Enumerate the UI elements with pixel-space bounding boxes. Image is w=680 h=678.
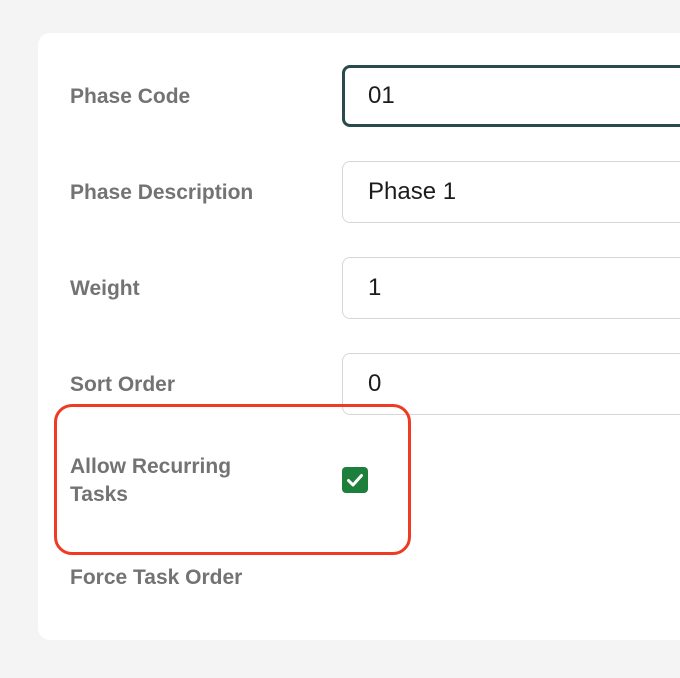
allow-recurring-tasks-label: Allow Recurring Tasks	[70, 453, 231, 509]
checkmark-icon	[347, 474, 363, 487]
phase-description-input[interactable]	[342, 161, 680, 223]
sort-order-label: Sort Order	[70, 373, 176, 396]
force-task-order-label: Force Task Order	[70, 566, 243, 589]
allow-recurring-tasks-label-line1: Allow Recurring	[70, 455, 232, 478]
weight-label: Weight	[70, 277, 140, 300]
phase-code-label: Phase Code	[70, 85, 191, 108]
phase-description-label: Phase Description	[70, 181, 254, 204]
allow-recurring-tasks-checkbox[interactable]	[342, 467, 368, 493]
phase-code-input[interactable]	[342, 65, 680, 127]
allow-recurring-tasks-label-line2: Tasks	[70, 483, 128, 506]
sort-order-input[interactable]	[342, 353, 680, 415]
weight-input[interactable]	[342, 257, 680, 319]
